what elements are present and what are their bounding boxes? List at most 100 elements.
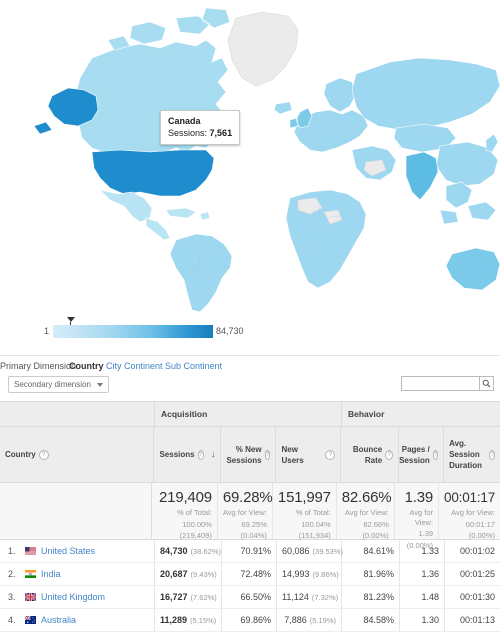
search-icon xyxy=(482,379,491,388)
group-header-blank xyxy=(0,402,155,426)
world-map-panel[interactable]: Canada Sessions: 7,561 1 84,730 xyxy=(0,0,500,355)
column-header-pages-session[interactable]: Pages / Session ? xyxy=(399,426,445,482)
search-button[interactable] xyxy=(479,376,494,391)
table-row[interactable]: 4. Australia 11,289 (5.15%) 69.86% 7,886 (5.19… xyxy=(0,609,500,632)
table-search xyxy=(401,376,494,391)
row-sessions: 16,727 (7.62%) xyxy=(155,586,222,608)
totals-new-users-l2: 100.04% xyxy=(301,519,331,529)
row-rank: 2. xyxy=(8,569,16,579)
primary-dimension-city[interactable]: City xyxy=(106,361,122,371)
totals-sessions-l1: % of Total: xyxy=(176,508,212,517)
row-new-users: 11,124 (7.32%) xyxy=(277,586,342,608)
row-avg-duration: 00:01:25 xyxy=(459,569,495,579)
primary-dimension-current[interactable]: Country xyxy=(69,361,104,371)
column-header-country-label: Country xyxy=(5,450,36,459)
column-header-new-users[interactable]: New Users ? xyxy=(276,426,342,482)
totals-bounce-rate: 82.66% Avg for View: 82.66% (0.00%) xyxy=(337,483,395,540)
help-icon[interactable]: ? xyxy=(197,449,204,460)
row-new-users: 7,886 (5.19%) xyxy=(277,609,342,631)
row-bounce-rate: 84.58% xyxy=(342,609,400,631)
totals-sessions-l2: 100.00% xyxy=(182,519,212,529)
table-column-header-row: Country ? Sessions ? ↓ % New Sessions ? … xyxy=(0,426,500,482)
row-sessions: 11,289 (5.15%) xyxy=(155,609,222,631)
row-sessions: 20,687 (9.43%) xyxy=(155,563,222,585)
totals-new-sessions: 69.28% Avg for View: 69.25% (0.04%) xyxy=(218,483,273,540)
flag-au-icon xyxy=(24,615,36,624)
row-sessions: 84,730 (38.62%) xyxy=(155,540,222,562)
totals-pages-session-l2: 1.39 xyxy=(418,529,434,538)
row-pages-session: 1.48 xyxy=(400,586,445,608)
primary-dimension-sub-continent[interactable]: Sub Continent xyxy=(165,361,222,371)
totals-pages-session-value: 1.39 xyxy=(404,489,434,506)
row-country-cell: 2. India xyxy=(0,563,155,585)
help-icon[interactable]: ? xyxy=(489,449,495,460)
row-country-link[interactable]: India xyxy=(41,569,61,579)
table-totals-row: 219,409 % of Total: 100.00% (219,409) 69… xyxy=(0,482,500,550)
column-header-sessions-label: Sessions xyxy=(159,450,195,459)
map-legend-max: 84,730 xyxy=(216,326,244,336)
row-pages-session: 1.33 xyxy=(400,540,445,562)
world-map[interactable] xyxy=(0,0,500,312)
table-group-header-row: Acquisition Behavior xyxy=(0,401,500,426)
totals-country-cell xyxy=(0,483,153,539)
row-avg-duration: 00:01:30 xyxy=(459,592,495,602)
help-icon[interactable]: ? xyxy=(385,449,394,460)
row-country-link[interactable]: United Kingdom xyxy=(41,592,105,602)
column-header-new-sessions-label: % New Sessions xyxy=(226,444,262,465)
help-icon[interactable]: ? xyxy=(432,449,439,460)
row-country-link[interactable]: Australia xyxy=(41,615,76,625)
table-controls: Secondary dimension xyxy=(0,374,500,401)
table-row[interactable]: 1. United States 84,730 (38.62%) 70.91% 60,08… xyxy=(0,540,500,563)
totals-bounce-rate-value: 82.66% xyxy=(341,489,392,506)
help-icon[interactable]: ? xyxy=(325,449,336,460)
row-avg-duration: 00:01:13 xyxy=(459,615,495,625)
totals-avg-duration-l2: 00:01:17 xyxy=(465,519,495,529)
row-new-sessions: 66.50% xyxy=(222,586,277,608)
map-tooltip-metric-value: 7,561 xyxy=(209,128,233,138)
group-header-behavior: Behavior xyxy=(348,409,385,419)
totals-new-users: 151,997 % of Total: 100.04% (151,934) xyxy=(273,483,337,540)
map-tooltip-metric-label: Sessions: xyxy=(168,128,208,138)
flag-gb-icon xyxy=(24,592,37,602)
column-header-avg-duration[interactable]: Avg. Session Duration ? xyxy=(444,426,500,482)
row-pages-session: 1.36 xyxy=(400,563,445,585)
help-icon[interactable]: ? xyxy=(264,449,271,460)
totals-new-users-l1: % of Total: xyxy=(295,508,331,517)
map-legend-gradient xyxy=(53,325,213,338)
secondary-dimension-dropdown[interactable]: Secondary dimension xyxy=(8,376,109,393)
search-input[interactable] xyxy=(401,376,479,391)
row-country-link[interactable]: United States xyxy=(41,546,95,556)
row-new-sessions: 70.91% xyxy=(222,540,277,562)
chevron-down-icon xyxy=(96,382,103,387)
row-bounce-rate: 81.23% xyxy=(342,586,400,608)
totals-pages-session-l1: Avg for View: xyxy=(409,508,434,527)
primary-dimension-continent[interactable]: Continent xyxy=(124,361,163,371)
column-header-country[interactable]: Country ? xyxy=(0,426,155,482)
column-header-new-sessions[interactable]: % New Sessions ? xyxy=(221,426,277,482)
flag-in-icon xyxy=(25,570,36,578)
row-pages-session: 1.30 xyxy=(400,609,445,631)
table-row[interactable]: 3. United Kingdom 16,727 (7.62%) 66.50% 11,12… xyxy=(0,586,500,609)
map-legend-marker xyxy=(66,317,75,325)
primary-dimension-bar: Primary Dimension: Country City Continen… xyxy=(0,355,500,374)
primary-dimension-label: Primary Dimension: xyxy=(0,361,79,371)
row-new-sessions: 72.48% xyxy=(222,563,277,585)
analytics-geo-report: Canada Sessions: 7,561 1 84,730 Primary … xyxy=(0,0,500,632)
row-country-cell: 4. Australia xyxy=(0,609,155,631)
row-rank: 4. xyxy=(8,615,16,625)
help-icon[interactable]: ? xyxy=(38,449,49,460)
totals-new-sessions-l1: Avg for View: xyxy=(222,508,267,517)
table-row[interactable]: 2. India 20,687 (9.43%) 72.48% 14,993 (9.86%) 8… xyxy=(0,563,500,586)
totals-bounce-rate-l1: Avg for View: xyxy=(344,508,389,517)
column-header-sessions[interactable]: Sessions ? ↓ xyxy=(154,426,222,482)
map-legend: 1 84,730 xyxy=(44,317,244,339)
totals-new-sessions-value: 69.28% xyxy=(222,489,273,506)
sort-descending-icon[interactable]: ↓ xyxy=(211,449,216,460)
row-bounce-rate: 81.96% xyxy=(342,563,400,585)
column-header-bounce-rate-label: Bounce Rate xyxy=(352,444,383,465)
column-header-avg-duration-label: Avg. Session Duration xyxy=(449,439,482,470)
geo-data-table: Acquisition Behavior Country ? Sessions … xyxy=(0,401,500,632)
table-rows: 1. United States 84,730 (38.62%) 70.91% 60,08… xyxy=(0,540,500,632)
column-header-bounce-rate[interactable]: Bounce Rate ? xyxy=(341,426,400,482)
row-bounce-rate: 84.61% xyxy=(342,540,400,562)
